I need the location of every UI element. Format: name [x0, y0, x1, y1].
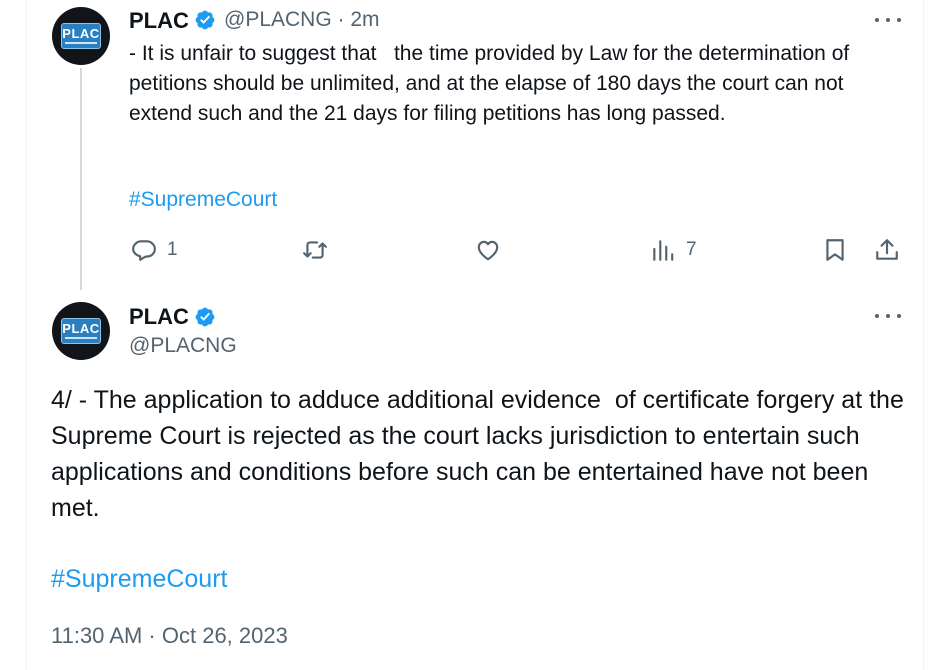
hashtag-link[interactable]: #SupremeCourt — [129, 188, 277, 212]
bookmark-button[interactable] — [822, 237, 848, 263]
verified-badge-icon — [195, 10, 215, 30]
views-count: 7 — [686, 239, 697, 260]
views-button[interactable]: 7 — [650, 237, 697, 263]
separator: · — [337, 8, 345, 31]
hashtag-link[interactable]: #SupremeCourt — [51, 565, 227, 594]
retweet-icon — [303, 241, 327, 259]
author-handle[interactable]: @PLACNG · 2m — [224, 8, 380, 32]
share-icon — [876, 239, 898, 260]
like-button[interactable] — [475, 237, 501, 263]
tweet-text: 4/ - The application to adduce additiona… — [51, 386, 911, 522]
handle-text: @PLACNG — [224, 8, 332, 31]
avatar[interactable]: PLAC — [52, 302, 110, 360]
author-name[interactable]: PLAC — [129, 304, 189, 330]
logo-text: PLAC — [62, 26, 100, 41]
author-name[interactable]: PLAC — [129, 8, 189, 34]
plac-logo: PLAC — [61, 318, 101, 344]
retweet-button[interactable] — [302, 237, 328, 263]
author-handle[interactable]: @PLACNG — [129, 334, 237, 358]
more-icon[interactable] — [875, 311, 901, 321]
bookmark-icon — [826, 239, 844, 261]
tweet-text: - It is unfair to suggest that the time … — [129, 42, 856, 125]
plac-logo: PLAC — [61, 23, 101, 49]
verified-badge-icon — [195, 307, 215, 327]
logo-text: PLAC — [62, 321, 100, 336]
avatar[interactable]: PLAC — [52, 7, 110, 65]
thread-line — [80, 68, 82, 290]
views-icon — [653, 240, 674, 261]
post-time[interactable]: 2m — [350, 8, 379, 31]
post-timestamp[interactable]: 11:30 AM · Oct 26, 2023 — [51, 623, 288, 649]
heart-icon — [477, 240, 499, 261]
reply-icon — [132, 240, 156, 261]
share-button[interactable] — [874, 237, 900, 263]
reply-count: 1 — [167, 239, 178, 260]
more-icon[interactable] — [875, 15, 901, 25]
reply-button[interactable]: 1 — [131, 237, 178, 263]
